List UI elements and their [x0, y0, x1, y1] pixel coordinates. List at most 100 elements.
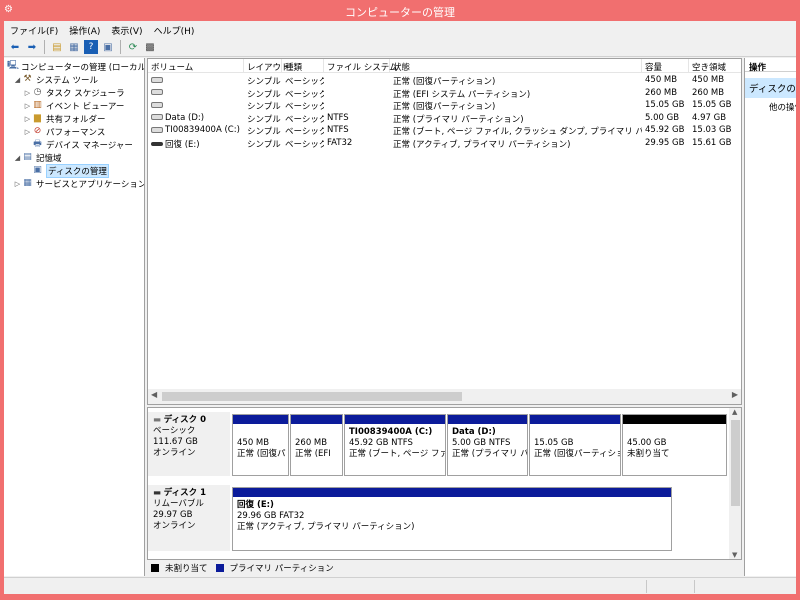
show-tree-icon[interactable]: ▦: [67, 40, 81, 54]
table-row[interactable]: シンプル ベーシック 正常 (回復パーティション) 15.05 GB 15.05…: [148, 99, 741, 112]
navigation-tree: 🖳 コンピューターの管理 (ローカル) ◢ ⚒ システム ツール ▷ ◷ タスク…: [4, 58, 145, 576]
collapse-arrow-icon[interactable]: ◢: [13, 76, 22, 84]
partition-bar: [233, 415, 288, 424]
menu-file[interactable]: ファイル(F): [4, 21, 63, 38]
status-divider: [646, 580, 647, 593]
scroll-up-icon[interactable]: ▲: [732, 408, 737, 416]
event-viewer-icon: ▥: [33, 100, 42, 110]
tools-icon: ⚒: [23, 74, 32, 84]
expand-arrow-icon[interactable]: ▷: [23, 102, 32, 110]
legend-primary: プライマリ パーティション: [229, 564, 334, 574]
export-icon[interactable]: ▩: [143, 40, 157, 54]
tree-item-system-tools[interactable]: ◢ ⚒ システム ツール: [13, 73, 98, 86]
unallocated-bar: [623, 415, 726, 424]
legend-bar: 未割り当て プライマリ パーティション: [147, 561, 742, 575]
tree-item-performance[interactable]: ▷ ⊘ パフォーマンス: [23, 125, 106, 138]
scroll-thumb[interactable]: [162, 392, 462, 401]
menu-view[interactable]: 表示(V): [105, 21, 147, 38]
actions-group-disk-management[interactable]: ディスクの管理: [745, 78, 796, 98]
up-folder-icon[interactable]: ▤: [50, 40, 64, 54]
window-frame-right: [796, 21, 800, 600]
window-title: コンピューターの管理: [345, 6, 455, 19]
clock-icon: ◷: [33, 87, 42, 97]
disk-0-label[interactable]: ▬ ディスク 0 ベーシック 111.67 GB オンライン: [148, 412, 230, 476]
disk-graphical-view: ▬ ディスク 0 ベーシック 111.67 GB オンライン 450 MB 正常…: [147, 407, 742, 560]
toolbar: ⬅ ➡ ▤ ▦ ? ▣ ⟳ ▩: [4, 38, 796, 57]
toolbar-separator: [120, 40, 121, 54]
table-row[interactable]: シンプル ベーシック 正常 (回復パーティション) 450 MB 450 MB: [148, 74, 741, 87]
actions-pane: 操作 ディスクの管理 他の操作: [744, 58, 796, 576]
horizontal-scrollbar[interactable]: ◀ ▶: [148, 389, 741, 404]
refresh-icon[interactable]: ⟳: [126, 40, 140, 54]
drive-icon: [151, 76, 163, 83]
drive-icon: [151, 126, 163, 133]
scroll-right-icon[interactable]: ▶: [732, 390, 738, 399]
tree-item-disk-management[interactable]: ▣ ディスクの管理: [32, 163, 109, 178]
device-manager-icon: 🖶: [33, 139, 42, 149]
unallocated-swatch: [151, 564, 159, 572]
collapse-arrow-icon[interactable]: ◢: [13, 154, 22, 162]
column-header-status[interactable]: 状態: [390, 59, 642, 73]
window-frame-bottom: [0, 594, 800, 600]
disk-1-label[interactable]: ▬ ディスク 1 リムーバブル 29.97 GB オンライン: [148, 485, 230, 551]
partition-unallocated[interactable]: 45.00 GB 未割り当て: [622, 414, 727, 476]
removable-drive-icon: [151, 142, 163, 146]
tree-item-shared-folders[interactable]: ▷ ▆ 共有フォルダー: [23, 112, 106, 125]
scroll-thumb[interactable]: [731, 420, 740, 506]
back-arrow-icon[interactable]: ⬅: [8, 40, 22, 54]
partition-e[interactable]: 回復 (E:) 29.96 GB FAT32 正常 (アクティブ, プライマリ …: [232, 487, 672, 551]
partition-recovery-2[interactable]: 15.05 GB 正常 (回復パーティショ: [529, 414, 621, 476]
expand-arrow-icon[interactable]: ▷: [23, 89, 32, 97]
partition-c[interactable]: TI00839400A (C:) 45.92 GB NTFS 正常 (ブート, …: [344, 414, 446, 476]
scroll-down-icon[interactable]: ▼: [732, 551, 737, 559]
menu-bar: ファイル(F) 操作(A) 表示(V) ヘルプ(H): [4, 21, 796, 38]
table-row[interactable]: シンプル ベーシック 正常 (EFI システム パーティション) 260 MB …: [148, 87, 741, 100]
toolbar-separator: [44, 40, 45, 54]
services-icon: ▦: [23, 178, 32, 188]
legend-unallocated: 未割り当て: [165, 564, 208, 574]
partition-efi[interactable]: 260 MB 正常 (EFI: [290, 414, 343, 476]
properties-icon[interactable]: ▣: [101, 40, 115, 54]
title-bar[interactable]: ⚙ コンピューターの管理: [0, 0, 800, 21]
forward-arrow-icon[interactable]: ➡: [25, 40, 39, 54]
actions-header: 操作: [745, 58, 796, 73]
column-header-capacity[interactable]: 容量: [642, 59, 689, 73]
column-header-free-space[interactable]: 空き領域: [689, 59, 741, 73]
expand-arrow-icon[interactable]: ▷: [23, 128, 32, 136]
column-header-volume[interactable]: ボリューム: [148, 59, 244, 73]
tree-item-storage[interactable]: ◢ ▤ 記憶域: [13, 151, 62, 164]
tree-item-task-scheduler[interactable]: ▷ ◷ タスク スケジューラ: [23, 86, 125, 99]
column-header-filesystem[interactable]: ファイル システム: [324, 59, 397, 73]
expand-arrow-icon[interactable]: ▷: [13, 180, 22, 188]
menu-help[interactable]: ヘルプ(H): [148, 21, 200, 38]
storage-icon: ▤: [23, 152, 32, 162]
shared-folder-icon: ▆: [34, 113, 41, 123]
more-actions-link[interactable]: 他の操作: [745, 98, 796, 113]
partition-d[interactable]: Data (D:) 5.00 GB NTFS 正常 (プライマリ パー: [447, 414, 528, 476]
table-row[interactable]: 回復 (E:) シンプル ベーシック FAT32 正常 (アクティブ, プライマ…: [148, 137, 741, 150]
primary-swatch: [215, 564, 224, 572]
computer-icon: 🖳: [7, 61, 20, 71]
table-row[interactable]: TI00839400A (C:) シンプル ベーシック NTFS 正常 (ブート…: [148, 124, 741, 137]
status-divider: [694, 580, 695, 593]
vertical-scrollbar[interactable]: ▲ ▼: [729, 408, 741, 559]
drive-icon: [151, 114, 163, 120]
table-row[interactable]: Data (D:) シンプル ベーシック NTFS 正常 (プライマリ パーティ…: [148, 112, 741, 125]
tree-item-services-apps[interactable]: ▷ ▦ サービスとアプリケーション: [13, 177, 144, 190]
expand-arrow-icon[interactable]: ▷: [23, 115, 32, 123]
tree-item-event-viewer[interactable]: ▷ ▥ イベント ビューアー: [23, 99, 125, 112]
drive-icon: [151, 89, 163, 95]
partition-bar: [291, 415, 342, 424]
column-header-type[interactable]: 種類: [282, 59, 324, 73]
scroll-left-icon[interactable]: ◀: [151, 390, 157, 399]
partition-recovery[interactable]: 450 MB 正常 (回復パ: [232, 414, 289, 476]
column-header-layout[interactable]: レイアウト: [244, 59, 290, 73]
volume-list-header: ボリューム レイアウト 種類 ファイル システム 状態 容量 空き領域: [148, 59, 741, 73]
menu-action[interactable]: 操作(A): [63, 21, 105, 38]
disk-management-icon: ▣: [33, 165, 42, 175]
help-icon[interactable]: ?: [84, 40, 98, 54]
removable-disk-icon: ▬: [153, 488, 162, 498]
tree-item-device-manager[interactable]: 🖶 デバイス マネージャー: [32, 138, 133, 151]
tree-item-computer-management[interactable]: 🖳 コンピューターの管理 (ローカル): [7, 60, 144, 73]
partition-bar: [345, 415, 445, 424]
